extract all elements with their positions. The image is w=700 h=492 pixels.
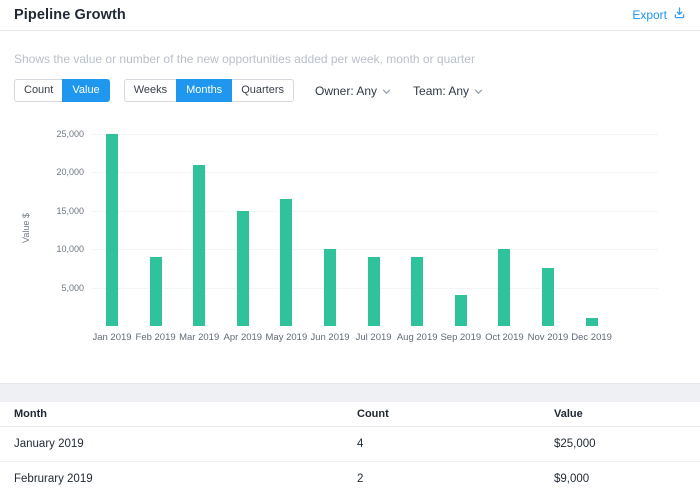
gridline xyxy=(92,172,658,174)
gridline xyxy=(92,210,658,212)
owner-filter-label: Owner: Any xyxy=(314,83,378,98)
table-row[interactable]: January 2019 4 $25,000 xyxy=(0,427,700,462)
chevron-down-icon xyxy=(382,84,391,98)
toggle-period-quarters[interactable]: Quarters xyxy=(231,79,294,102)
y-axis-tick: 20,000 xyxy=(56,167,84,178)
bar-dec-2019[interactable] xyxy=(585,318,598,326)
pipeline-growth-table: Month Count Value January 2019 4 $25,000 Febru… xyxy=(0,402,700,492)
y-axis-tick: 25,000 xyxy=(56,129,84,139)
metric-toggle-group: Count Value xyxy=(14,79,110,102)
bar-nov-2019[interactable] xyxy=(542,268,554,326)
chevron-down-icon xyxy=(474,84,483,98)
y-axis-tick: 15,000 xyxy=(56,205,84,216)
export-label: Export xyxy=(632,8,667,22)
controls-bar: Count Value Weeks Months Quarters Owner: An… xyxy=(0,79,700,102)
filter-dropdowns: Owner: Any Team: Any xyxy=(315,84,483,98)
download-icon xyxy=(673,6,686,24)
gridline xyxy=(92,134,658,135)
toggle-metric-value[interactable]: Value xyxy=(62,79,110,102)
bar-apr-2019[interactable] xyxy=(236,210,249,326)
bar-mar-2019[interactable] xyxy=(193,164,206,326)
bar-sep-2019[interactable] xyxy=(454,295,467,326)
report-header: Pipeline Growth Export xyxy=(0,0,700,31)
section-divider-band xyxy=(0,383,700,402)
x-axis-tick: Dec 2019 xyxy=(571,332,612,343)
column-header-value: Value xyxy=(554,408,583,420)
column-header-month: Month xyxy=(14,408,47,420)
bar-jul-2019[interactable] xyxy=(367,256,380,326)
y-axis-tick: 5,000 xyxy=(61,282,84,293)
table-row[interactable]: Februrary 2019 2 $9,000 xyxy=(0,462,700,492)
pipeline-growth-bar-chart: Value $5,000 10,000 15,000 20,000 25,000 Jan … xyxy=(0,101,700,383)
gridline xyxy=(92,249,658,251)
y-axis-tick: 10,000 xyxy=(56,244,84,255)
toggle-period-weeks[interactable]: Weeks xyxy=(123,79,178,102)
bar-oct-2019[interactable] xyxy=(498,249,511,326)
table-cell: January 2019 xyxy=(14,438,84,450)
bar-jun-2019[interactable] xyxy=(324,249,336,326)
page-title: Pipeline Growth xyxy=(14,7,126,23)
table-cell: Februrary 2019 xyxy=(14,473,93,485)
toggle-period-months[interactable]: Months xyxy=(176,79,233,102)
bar-may-2019[interactable] xyxy=(280,199,293,326)
team-filter-dropdown[interactable]: Team: Any xyxy=(413,84,483,98)
table-cell: 4 xyxy=(357,438,364,450)
table-cell: $25,000 xyxy=(554,438,596,450)
bar-aug-2019[interactable] xyxy=(411,256,424,326)
toggle-metric-count[interactable]: Count xyxy=(14,79,64,102)
table-cell: 2 xyxy=(357,473,364,485)
table-cell: $9,000 xyxy=(554,473,590,485)
table-header-row: Month Count Value xyxy=(0,402,700,427)
period-toggle-group: Weeks Months Quarters xyxy=(123,79,294,102)
bar-feb-2019[interactable] xyxy=(149,256,162,326)
export-button[interactable]: Export xyxy=(632,6,686,24)
team-filter-label: Team: Any xyxy=(413,83,470,98)
column-header-count: Count xyxy=(357,408,389,420)
owner-filter-dropdown[interactable]: Owner: Any xyxy=(315,84,391,98)
report-description: Shows the value or number of the new opp… xyxy=(14,52,475,66)
bar-jan-2019[interactable] xyxy=(106,134,118,326)
